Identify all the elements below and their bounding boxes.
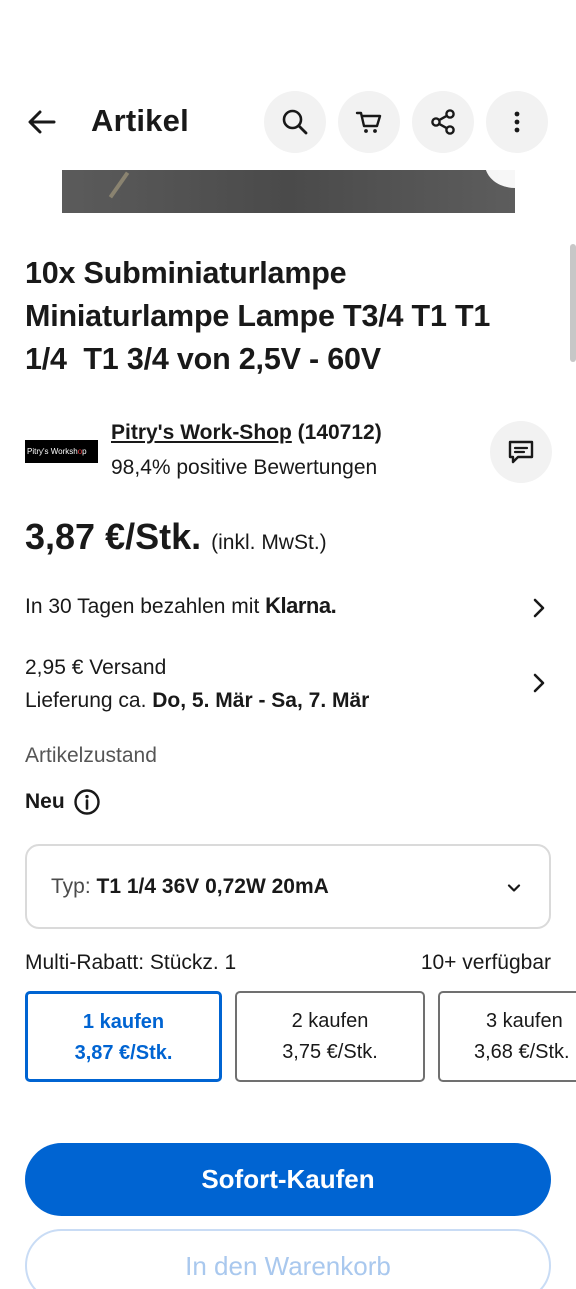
condition-label: Artikelzustand (25, 744, 157, 767)
tax-note: (inkl. MwSt.) (211, 531, 327, 554)
multi-buy-option-1[interactable]: 1 kaufen 3,87 €/Stk. (25, 991, 222, 1082)
variant-select[interactable]: Typ: T1 1/4 36V 0,72W 20mA (25, 844, 551, 929)
add-to-cart-button[interactable]: In den Warenkorb (25, 1229, 551, 1289)
chevron-down-icon (507, 884, 521, 892)
chevron-right-icon (533, 673, 545, 693)
back-arrow-icon[interactable] (24, 104, 60, 140)
more-vertical-icon (514, 111, 520, 133)
payment-row[interactable]: In 30 Tagen bezahlen mit Klarna. (25, 593, 555, 623)
condition-value: Neu (25, 788, 101, 816)
share-icon (431, 109, 455, 135)
shipping-cost: 2,95 € Versand (25, 656, 167, 679)
page-title: Artikel (91, 103, 189, 138)
delivery-estimate: Lieferung ca. Do, 5. Mär - Sa, 7. Mär (25, 689, 370, 712)
klarna-logo: Klarna. (265, 593, 337, 618)
chevron-right-icon (533, 598, 545, 618)
image-overlay-button[interactable] (485, 170, 515, 188)
product-image[interactable] (62, 170, 515, 213)
buy-now-button[interactable]: Sofort-Kaufen (25, 1143, 551, 1216)
search-button[interactable] (264, 91, 326, 153)
seller-logo[interactable]: Pitry's Workshop (25, 440, 98, 463)
shipping-row[interactable]: 2,95 € Versand Lieferung ca. Do, 5. Mär … (25, 651, 555, 717)
share-button[interactable] (412, 91, 474, 153)
seller-name-link[interactable]: Pitry's Work-Shop (111, 421, 292, 444)
cart-icon (355, 111, 382, 133)
info-icon[interactable] (73, 788, 101, 816)
message-icon (508, 440, 534, 464)
seller-feedback-count: (140712) (297, 421, 382, 444)
cart-button[interactable] (338, 91, 400, 153)
multi-buy-option-2[interactable]: 2 kaufen 3,75 €/Stk. (235, 991, 425, 1082)
top-app-bar: Artikel (0, 90, 576, 154)
seller-info: Pitry's Work-Shop (140712) (111, 421, 382, 445)
search-icon (282, 109, 308, 135)
item-title: 10x Subminiaturlampe Miniaturlampe Lampe… (25, 256, 491, 376)
multi-buy-label: Multi-Rabatt: Stückz. 1 (25, 951, 237, 974)
price: 3,87 €/Stk. (inkl. MwSt.) (25, 516, 327, 557)
scrollbar[interactable] (570, 244, 576, 362)
contact-seller-button[interactable] (490, 421, 552, 483)
multi-buy-option-3[interactable]: 3 kaufen 3,68 €/Stk. (438, 991, 576, 1082)
availability: 10+ verfügbar (420, 951, 551, 974)
seller-rating: 98,4% positive Bewertungen (111, 456, 378, 479)
more-options-button[interactable] (486, 91, 548, 153)
